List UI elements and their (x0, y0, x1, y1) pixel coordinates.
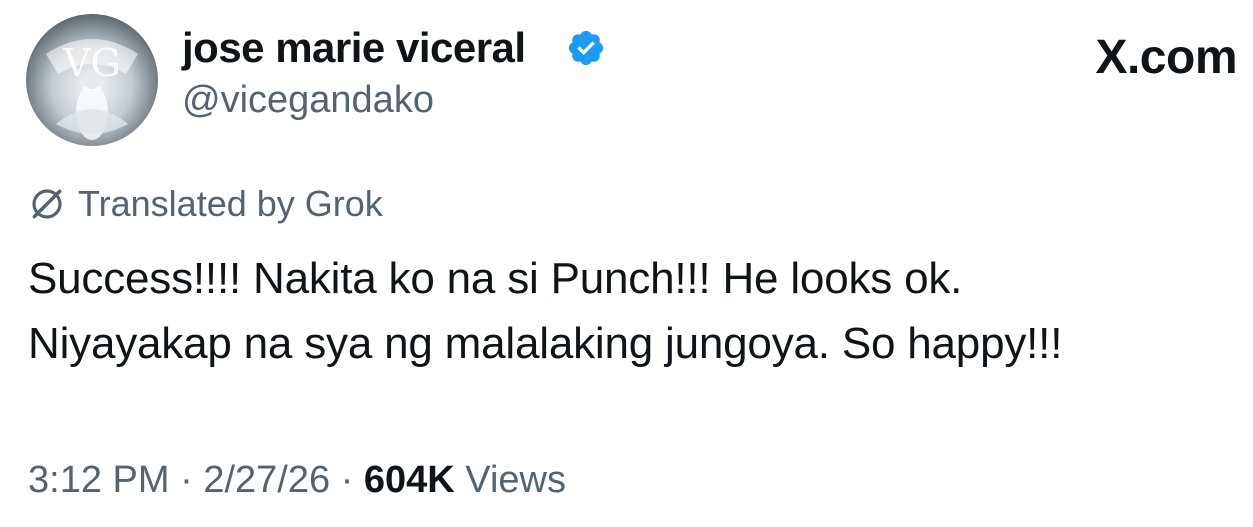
tweet-metadata: 3:12 PM · 2/27/26 · 604K Views (28, 454, 566, 506)
x-com-watermark: X.com (1095, 31, 1237, 84)
meta-separator: · (330, 459, 364, 501)
grok-icon (32, 189, 62, 219)
meta-separator: · (169, 459, 204, 501)
tweet-text: Success!!!! Nakita ko na si Punch!!! He … (28, 254, 1063, 368)
avatar-image: VG (26, 14, 158, 146)
verified-badge-icon (568, 30, 604, 66)
profile-avatar[interactable]: VG (26, 14, 158, 146)
views-label: Views (465, 459, 566, 501)
translation-notice: Translated by Grok (28, 180, 383, 228)
tweet-card: VG jose marie viceral @vicegandako X.com… (0, 0, 1253, 527)
tweet-date[interactable]: 2/27/26 (203, 459, 330, 501)
translation-label: Translated by Grok (78, 183, 383, 224)
views-count: 604K (363, 459, 455, 501)
author-handle[interactable]: @vicegandako (182, 76, 434, 124)
author-display-name[interactable]: jose marie viceral (182, 22, 526, 74)
tweet-time[interactable]: 3:12 PM (28, 459, 170, 501)
